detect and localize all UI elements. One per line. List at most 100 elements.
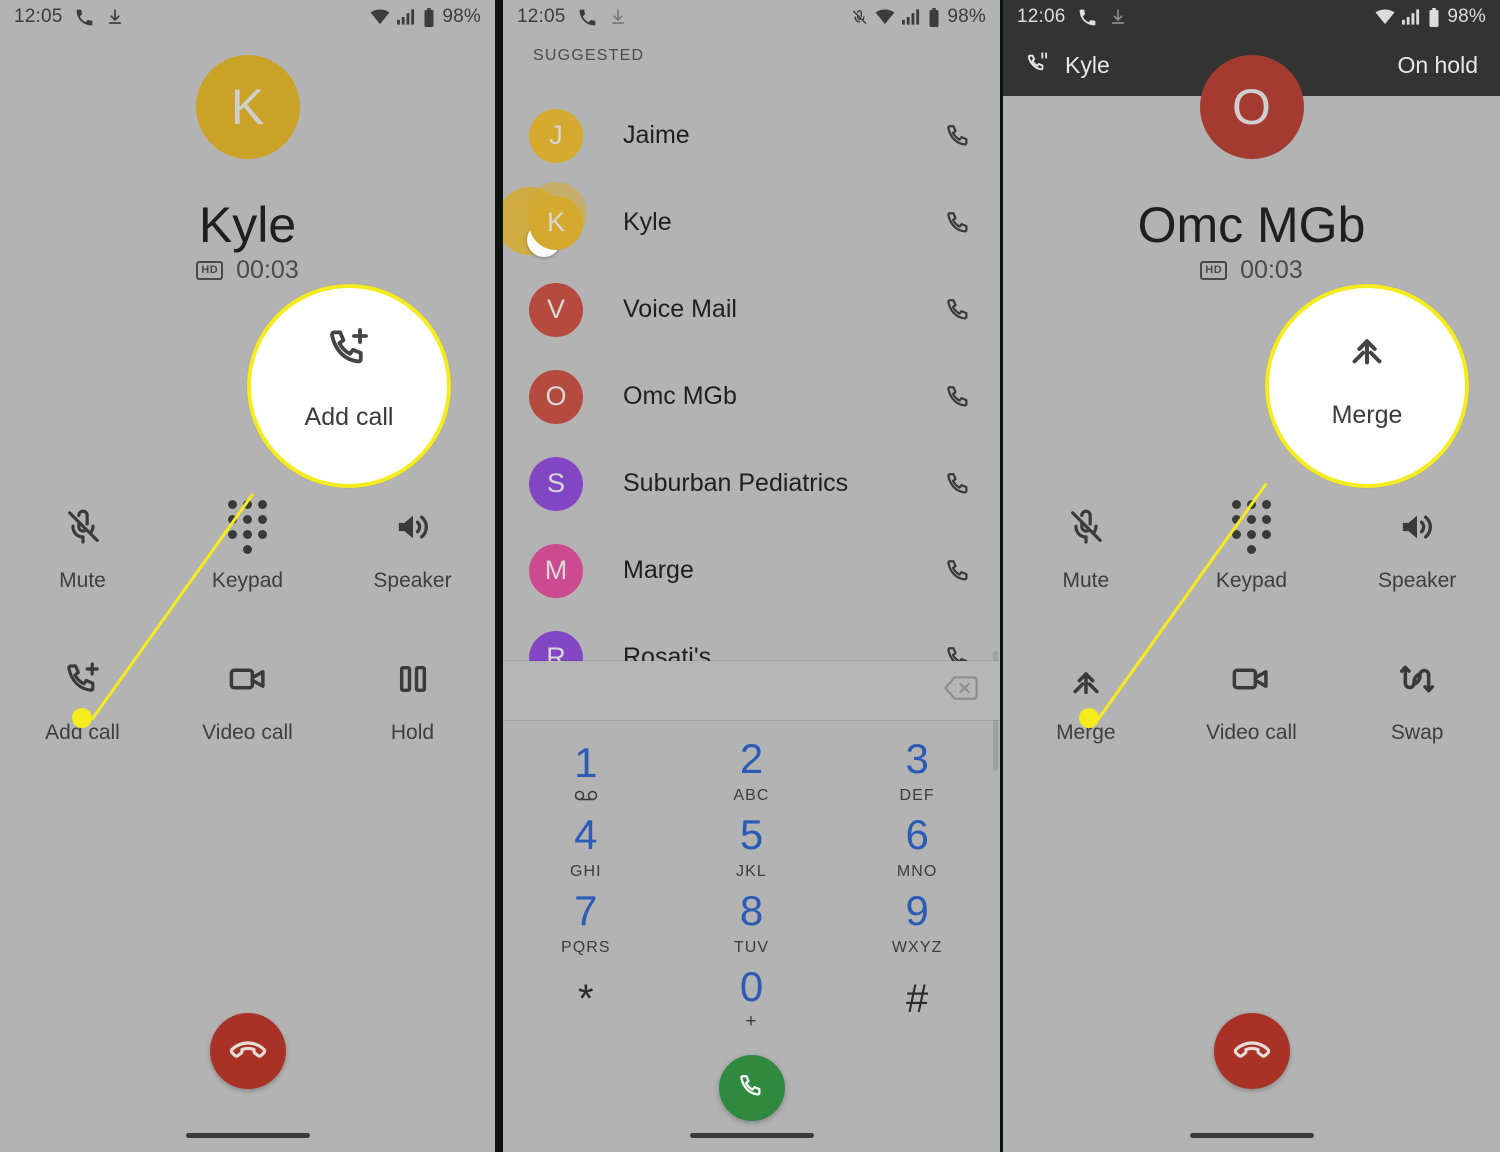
list-item[interactable]: M Marge [503,527,1000,614]
panel-divider [495,0,503,1152]
download-icon [1109,8,1127,26]
panel-active-call-kyle: 12:05 98% K Kyle HD 00:03 Add call Mute … [0,0,495,1152]
contact-name: Kyle [623,208,672,236]
key-number: * [578,977,594,1021]
status-time: 12:06 [1017,6,1066,27]
call-duration: 00:03 [236,256,299,284]
phone-call-icon [1077,7,1098,28]
list-item[interactable]: K Kyle [503,179,1000,266]
control-mute[interactable]: Mute [1003,505,1169,593]
list-item[interactable]: O Omc MGb [503,353,1000,440]
control-keypad[interactable]: Keypad [1169,500,1335,593]
contact-name: Suburban Pediatrics [623,469,849,497]
merge-calls-icon [1344,324,1390,375]
list-item[interactable]: S Suburban Pediatrics [503,440,1000,527]
phone-call-icon[interactable] [944,208,974,238]
dial-key-1[interactable]: 1 [503,733,669,809]
download-icon [609,8,627,26]
merge-calls-icon [1066,657,1106,701]
call-button[interactable] [718,1055,785,1121]
avatar: O [529,369,583,424]
control-mute[interactable]: Mute [0,505,165,593]
control-add-call[interactable]: Add call [0,657,165,745]
signal-icon [397,9,416,25]
control-swap[interactable]: Swap [1334,657,1500,745]
avatar: V [529,282,583,337]
add-call-icon [63,657,103,701]
phone-call-icon[interactable] [944,469,974,499]
key-letters: ABC [733,786,770,804]
end-call-icon [228,1029,268,1074]
dial-input[interactable] [503,661,1000,720]
phone-call-icon[interactable] [944,556,974,586]
swap-calls-icon [1397,657,1437,701]
avatar-initial: O [1232,79,1271,135]
callout-add-call: Add call [247,284,451,488]
avatar: J [529,108,583,163]
dial-key-6[interactable]: 6 MNO [834,809,1000,885]
key-number: 3 [905,734,929,782]
end-call-button[interactable] [209,1013,286,1089]
key-number: 4 [574,810,598,858]
dial-key-3[interactable]: 3 DEF [834,733,1000,809]
dial-key-7[interactable]: 7 PQRS [503,885,669,961]
key-number: # [906,977,929,1021]
backspace-icon[interactable] [944,674,978,707]
callout-label: Add call [304,403,394,431]
avatar-initial: K [230,79,265,135]
control-speaker[interactable]: Speaker [330,505,495,593]
control-label: Swap [1390,721,1444,744]
battery-percent: 98% [947,6,986,27]
control-video-call[interactable]: Video call [165,657,330,745]
dial-key-2[interactable]: 2 ABC [669,733,835,809]
battery-percent: 98% [442,6,481,27]
key-number: 9 [905,886,929,934]
speaker-icon [1397,505,1437,549]
control-hold[interactable]: Hold [330,657,495,745]
control-label: Video call [1206,721,1297,744]
callout-anchor-dot [72,708,92,728]
list-item[interactable]: J Jaime [503,92,1000,179]
key-letters: DEF [899,786,935,804]
control-speaker[interactable]: Speaker [1334,505,1500,593]
key-letters: PQRS [560,938,611,956]
phone-call-icon[interactable] [944,121,974,151]
status-bar: 12:05 98% [503,0,1000,34]
control-label: Hold [390,721,435,744]
dial-key-star[interactable]: * [503,961,669,1037]
phone-call-icon[interactable] [944,382,974,412]
control-video-call[interactable]: Video call [1169,657,1335,745]
battery-icon [423,7,435,27]
list-item[interactable]: V Voice Mail [503,266,1000,353]
key-number: 2 [739,734,764,782]
wifi-icon [1375,9,1395,25]
end-call-button[interactable] [1213,1013,1290,1089]
call-controls-grid: Mute Keypad Speaker Merge Video call Swa… [1003,500,1500,745]
dial-key-0[interactable]: 0 + [669,961,835,1037]
home-indicator[interactable] [185,1133,310,1138]
dial-key-5[interactable]: 5 JKL [669,809,835,885]
home-indicator[interactable] [1189,1133,1314,1138]
home-indicator[interactable] [689,1133,814,1138]
avatar: S [529,456,583,511]
section-label-suggested: SUGGESTED [533,47,645,64]
key-number: 8 [739,886,764,934]
avatar-initial: S [546,468,565,498]
control-label: Mute [59,569,106,592]
call-timer-row: HD 00:03 [0,256,495,285]
voicemail-icon [574,790,598,801]
panel-active-call-omc-mgb: 12:06 98% Kyle On hold O Omc MGb HD 00:0… [1003,0,1500,1152]
control-merge[interactable]: Merge [1003,657,1169,745]
call-duration: 00:03 [1240,256,1303,284]
phone-call-icon[interactable] [944,295,974,325]
dial-key-4[interactable]: 4 GHI [503,809,669,885]
dial-key-9[interactable]: 9 WXYZ [834,885,1000,961]
mic-off-icon [1066,505,1106,549]
dial-key-8[interactable]: 8 TUV [669,885,835,961]
status-bar: 12:05 98% [0,0,495,34]
avatar-initial: M [544,555,568,585]
dial-key-hash[interactable]: # [834,961,1000,1037]
callout-anchor-dot [1079,708,1099,728]
call-timer-row: HD 00:03 [1003,256,1500,285]
key-number: 1 [574,738,598,786]
